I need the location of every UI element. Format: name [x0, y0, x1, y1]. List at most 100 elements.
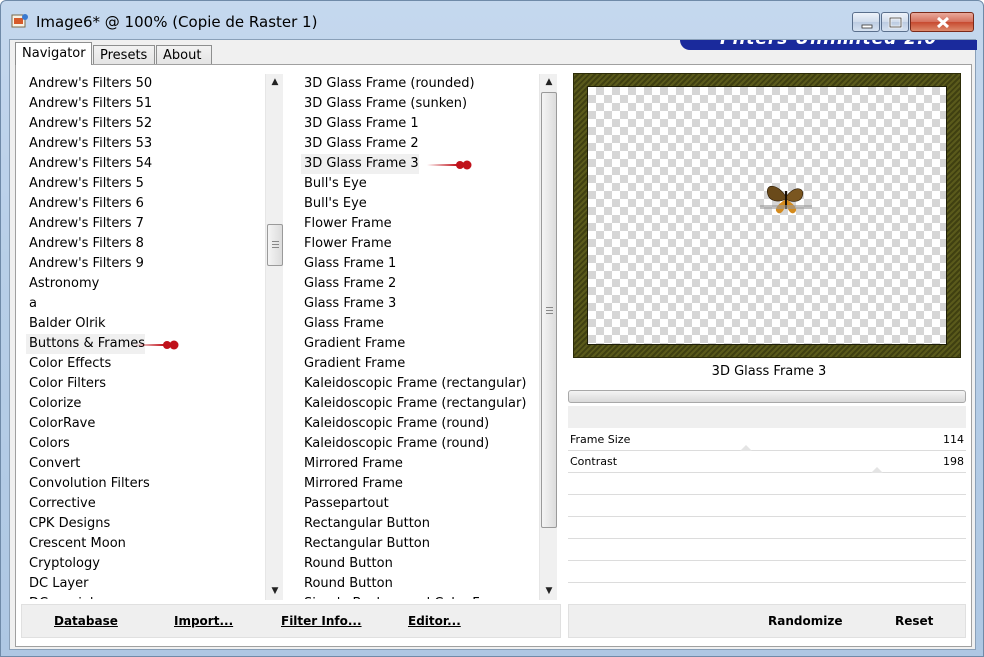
scroll-up-arrow-icon[interactable]: ▲	[540, 74, 558, 91]
category-item[interactable]: Colorize	[26, 394, 264, 414]
red-pointer-icon	[134, 340, 179, 350]
category-item[interactable]: Andrew's Filters 52	[26, 114, 264, 134]
category-item[interactable]: Convert	[26, 454, 264, 474]
filter-item[interactable]: 3D Glass Frame 2	[301, 134, 419, 154]
close-button[interactable]	[910, 12, 974, 32]
filter-item[interactable]: Glass Frame 3	[301, 294, 396, 314]
filter-item[interactable]: Kaleidoscopic Frame (rectangular)	[301, 394, 526, 414]
filter-item[interactable]: Passepartout	[301, 494, 389, 514]
editor-button[interactable]: Editor...	[408, 614, 461, 628]
filter-item[interactable]: Glass Frame 1	[301, 254, 396, 274]
filter-item[interactable]: 3D Glass Frame 1	[301, 114, 419, 134]
filter-scrollbar[interactable]: ▲ ▼	[539, 74, 557, 600]
scroll-up-arrow-icon[interactable]: ▲	[266, 74, 284, 91]
category-item[interactable]: DC Layer	[26, 574, 264, 594]
filter-item[interactable]: Glass Frame	[301, 314, 384, 334]
database-button[interactable]: Database	[54, 614, 118, 628]
randomize-button[interactable]: Randomize	[768, 614, 842, 628]
scrollbar-thumb[interactable]	[267, 224, 283, 266]
parameter-slider[interactable]: Frame Size 114	[568, 429, 966, 451]
filter-item-label: Glass Frame 1	[304, 256, 397, 271]
filter-item[interactable]: 3D Glass Frame (rounded)	[301, 74, 475, 94]
category-item[interactable]: Andrew's Filters 50	[26, 74, 264, 94]
category-item[interactable]: Convolution Filters	[26, 474, 264, 494]
filter-item-label: Simple Background Color Frame	[304, 596, 513, 599]
category-item[interactable]: Andrew's Filters 5	[26, 174, 264, 194]
category-item[interactable]: Cryptology	[26, 554, 264, 574]
category-item[interactable]: DCspecial	[26, 594, 264, 599]
empty-parameter-row	[568, 473, 966, 495]
filter-item-label: Glass Frame	[304, 316, 384, 331]
tab-about[interactable]: About	[156, 45, 212, 65]
category-item[interactable]: Crescent Moon	[26, 534, 264, 554]
minimize-icon	[861, 24, 873, 29]
filter-item[interactable]: Rectangular Button	[301, 514, 430, 534]
filter-info-button[interactable]: Filter Info...	[281, 614, 362, 628]
filter-item[interactable]: Bull's Eye	[301, 174, 367, 194]
filter-item[interactable]: 3D Glass Frame 3	[301, 154, 419, 174]
filter-item-label: 3D Glass Frame 2	[304, 136, 419, 151]
preview-frame	[573, 73, 961, 358]
filter-item[interactable]: Bull's Eye	[301, 194, 367, 214]
filter-item[interactable]: Gradient Frame	[301, 354, 405, 374]
title-bar[interactable]: Image6* @ 100% (Copie de Raster 1)	[1, 1, 983, 39]
filters-unlimited-window: Image6* @ 100% (Copie de Raster 1) Navig…	[0, 0, 984, 657]
category-item[interactable]: Andrew's Filters 8	[26, 234, 264, 254]
filter-list[interactable]: 3D Glass Frame (rounded) 3D Glass Frame (…	[301, 74, 537, 599]
parameter-slider[interactable]: Contrast 198	[568, 451, 966, 473]
category-item[interactable]: Astronomy	[26, 274, 264, 294]
filter-item[interactable]: Glass Frame 2	[301, 274, 396, 294]
category-list[interactable]: Andrew's Filters 50 Andrew's Filters 51 An…	[26, 74, 264, 599]
filter-item[interactable]: Round Button	[301, 554, 393, 574]
category-item[interactable]: Color Filters	[26, 374, 264, 394]
bottom-toolbar-right: Randomize Reset	[568, 604, 966, 638]
category-scrollbar[interactable]: ▲ ▼	[265, 74, 283, 600]
filter-item[interactable]: Rectangular Button	[301, 534, 430, 554]
minimize-button[interactable]	[852, 12, 880, 32]
filter-item-label: Rectangular Button	[304, 516, 430, 531]
filters-unlimited-logo: Filters Unlimited 2.0	[680, 40, 977, 50]
filter-item[interactable]: Flower Frame	[301, 214, 392, 234]
scroll-down-arrow-icon[interactable]: ▼	[266, 583, 284, 600]
category-item[interactable]: Color Effects	[26, 354, 264, 374]
filter-item-label: 3D Glass Frame 1	[304, 116, 419, 131]
category-item[interactable]: CPK Designs	[26, 514, 264, 534]
category-item[interactable]: Andrew's Filters 54	[26, 154, 264, 174]
reset-button[interactable]: Reset	[895, 614, 933, 628]
category-item[interactable]: Balder Olrik	[26, 314, 264, 334]
category-item[interactable]: Corrective	[26, 494, 264, 514]
filter-item[interactable]: Round Button	[301, 574, 393, 594]
filter-item-label: Mirrored Frame	[304, 476, 403, 491]
progress-bar	[568, 390, 966, 403]
maximize-button[interactable]	[881, 12, 909, 32]
category-item[interactable]: Andrew's Filters 53	[26, 134, 264, 154]
filter-item[interactable]: Mirrored Frame	[301, 454, 403, 474]
app-icon	[11, 14, 28, 28]
category-item[interactable]: Buttons & Frames	[26, 334, 145, 354]
scrollbar-thumb[interactable]	[541, 92, 557, 528]
category-item[interactable]: Andrew's Filters 6	[26, 194, 264, 214]
filter-item[interactable]: Kaleidoscopic Frame (round)	[301, 434, 489, 454]
import-button[interactable]: Import...	[174, 614, 233, 628]
category-item[interactable]: a	[26, 294, 264, 314]
filter-item[interactable]: Simple Background Color Frame	[301, 594, 513, 599]
filter-item[interactable]: Mirrored Frame	[301, 474, 403, 494]
filter-item[interactable]: Kaleidoscopic Frame (round)	[301, 414, 489, 434]
tab-navigator[interactable]: Navigator	[15, 42, 92, 65]
bottom-toolbar-left: Database Import... Filter Info... Editor…	[21, 604, 561, 638]
category-item[interactable]: Andrew's Filters 51	[26, 94, 264, 114]
category-item[interactable]: ColorRave	[26, 414, 264, 434]
parameter-value: 114	[943, 433, 964, 446]
selected-filter-name: 3D Glass Frame 3	[711, 364, 827, 379]
category-item[interactable]: Andrew's Filters 9	[26, 254, 264, 274]
filter-item[interactable]: 3D Glass Frame (sunken)	[301, 94, 467, 114]
preview-canvas	[587, 86, 947, 345]
category-item[interactable]: Colors	[26, 434, 264, 454]
window-title: Image6* @ 100% (Copie de Raster 1)	[36, 13, 318, 31]
filter-item[interactable]: Flower Frame	[301, 234, 392, 254]
scroll-down-arrow-icon[interactable]: ▼	[540, 583, 558, 600]
category-item[interactable]: Andrew's Filters 7	[26, 214, 264, 234]
filter-item[interactable]: Gradient Frame	[301, 334, 405, 354]
tab-presets[interactable]: Presets	[93, 45, 155, 65]
filter-item[interactable]: Kaleidoscopic Frame (rectangular)	[301, 374, 526, 394]
